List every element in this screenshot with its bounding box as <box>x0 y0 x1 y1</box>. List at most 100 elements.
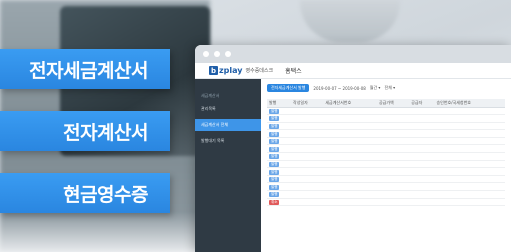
status-badge: 발행 <box>269 184 280 190</box>
table-row[interactable]: 발행 <box>267 152 505 161</box>
table-row[interactable]: 발행 <box>267 175 505 184</box>
background-lamp <box>300 0 400 42</box>
table-cell <box>291 182 324 192</box>
table-cell <box>434 175 505 184</box>
table-cell <box>434 160 505 169</box>
sidebar: 세금계산서 관리목록 세금계산서 전체 발행대기 목록 <box>195 79 261 252</box>
table-row[interactable]: 발행 <box>267 190 505 199</box>
table-cell <box>434 167 505 176</box>
table-cell <box>409 198 435 207</box>
table-cell <box>291 160 324 169</box>
table-cell <box>323 182 377 192</box>
banner-label: 전자세금계산서 <box>29 59 148 82</box>
table-row[interactable]: 발행 <box>267 122 505 131</box>
table-cell <box>409 122 435 131</box>
table-cell <box>376 175 410 184</box>
table-cell <box>376 114 410 123</box>
app-content: 세금계산서 관리목록 세금계산서 전체 발행대기 목록 전자세금계산서 발행 2… <box>195 79 511 252</box>
main-panel: 전자세금계산서 발행 2019-00-07 ~ 2019-00-08 월간 ▾ … <box>261 79 511 252</box>
table-cell <box>409 175 435 184</box>
table-cell <box>323 137 377 146</box>
sidebar-item-list[interactable]: 관리목록 <box>195 103 261 115</box>
table-cell <box>291 107 324 116</box>
table-row[interactable]: 발행 <box>267 129 505 138</box>
window-dot-icon[interactable] <box>203 51 209 57</box>
table-cell <box>409 167 435 176</box>
table-cell <box>323 167 377 176</box>
column-header[interactable]: 발행 <box>267 99 292 108</box>
table-cell <box>291 175 324 184</box>
status-badge: 발행 <box>269 177 280 183</box>
status-select[interactable]: 전체 ▾ <box>384 85 395 91</box>
table-row[interactable]: 발행 <box>267 114 505 123</box>
table-row[interactable]: 발행 <box>267 182 505 192</box>
status-cell: 발행 <box>267 167 292 176</box>
column-header[interactable]: 세금계산서번호 <box>323 99 377 108</box>
table-cell <box>323 160 377 169</box>
table-cell <box>409 144 435 154</box>
window-dot-icon[interactable] <box>225 51 231 57</box>
status-badge: 발행 <box>269 108 280 114</box>
table-cell <box>434 182 505 192</box>
sidebar-item-all[interactable]: 세금계산서 전체 <box>195 119 261 131</box>
table-cell <box>376 198 410 207</box>
table-cell <box>323 129 377 138</box>
column-header[interactable]: 공급가액 <box>376 99 410 108</box>
window-dot-icon[interactable] <box>214 51 220 57</box>
column-header[interactable]: 승인번호/국세청번호 <box>434 99 505 108</box>
table-row[interactable]: 발행 <box>267 167 505 176</box>
invoice-table: 발행 작성일자 세금계산서번호 공급가액 공급자 승인번호/국세청번호 발행 발행 발행 발행 발… <box>267 99 505 207</box>
column-header[interactable]: 작성일자 <box>291 99 324 108</box>
table-cell <box>291 152 324 161</box>
table-cell <box>409 190 435 199</box>
table-cell <box>434 190 505 199</box>
column-header[interactable]: 공급자 <box>409 99 435 108</box>
sidebar-section-title: 세금계산서 <box>201 93 220 98</box>
menu-home[interactable]: 홈택스 <box>285 66 302 75</box>
period-select[interactable]: 월간 ▾ <box>370 85 381 91</box>
table-cell <box>409 137 435 146</box>
table-row[interactable]: 발행 <box>267 160 505 169</box>
date-range[interactable]: 2019-00-07 ~ 2019-00-08 <box>313 86 365 91</box>
table-row[interactable]: 발행 <box>267 144 505 154</box>
table-cell <box>291 122 324 131</box>
app-window: b zplay 영수증데스크 홈택스 세금계산서 관리목록 세금계산서 전체 발… <box>195 45 511 252</box>
status-badge: 발행 <box>269 123 280 129</box>
table-cell <box>291 190 324 199</box>
table-cell <box>434 198 505 207</box>
banner-cash-receipt[interactable]: 현금영수증 <box>0 173 170 213</box>
table-row[interactable]: 취소 <box>267 198 505 207</box>
table-cell <box>376 144 410 154</box>
status-badge: 발행 <box>269 139 280 145</box>
table-cell <box>291 129 324 138</box>
status-cell: 발행 <box>267 129 292 138</box>
table-row[interactable]: 발행 <box>267 137 505 146</box>
logo-mark-icon: b <box>209 66 218 75</box>
banner-label: 현금영수증 <box>63 183 148 206</box>
status-cell: 발행 <box>267 160 292 169</box>
status-cell: 발행 <box>267 137 292 146</box>
issue-invoice-button[interactable]: 전자세금계산서 발행 <box>267 84 310 92</box>
table-body: 발행 발행 발행 발행 발행 발행 발행 발행 발행 발행 발행 발행 취소 <box>267 107 505 207</box>
logo-subtitle: 영수증데스크 <box>245 68 274 74</box>
banner-e-tax-invoice[interactable]: 전자세금계산서 <box>0 49 170 89</box>
banner-e-invoice[interactable]: 전자계산서 <box>0 111 170 151</box>
app-logo[interactable]: b zplay 영수증데스크 <box>209 66 273 75</box>
status-cell: 발행 <box>267 175 292 184</box>
table-cell <box>434 152 505 161</box>
table-header-row: 발행 작성일자 세금계산서번호 공급가액 공급자 승인번호/국세청번호 <box>267 99 505 108</box>
banner-label: 전자계산서 <box>63 121 148 144</box>
status-badge: 취소 <box>269 199 280 205</box>
status-cell: 발행 <box>267 190 292 199</box>
status-cell: 발행 <box>267 107 292 116</box>
table-row[interactable]: 발행 <box>267 107 505 116</box>
table-cell <box>409 129 435 138</box>
table-cell <box>409 107 435 116</box>
table-cell <box>434 107 505 116</box>
table-cell <box>409 114 435 123</box>
table-cell <box>291 137 324 146</box>
table-cell <box>376 129 410 138</box>
sidebar-item-pending[interactable]: 발행대기 목록 <box>195 135 261 147</box>
status-cell: 발행 <box>267 144 292 154</box>
logo-text: zplay <box>219 66 243 75</box>
